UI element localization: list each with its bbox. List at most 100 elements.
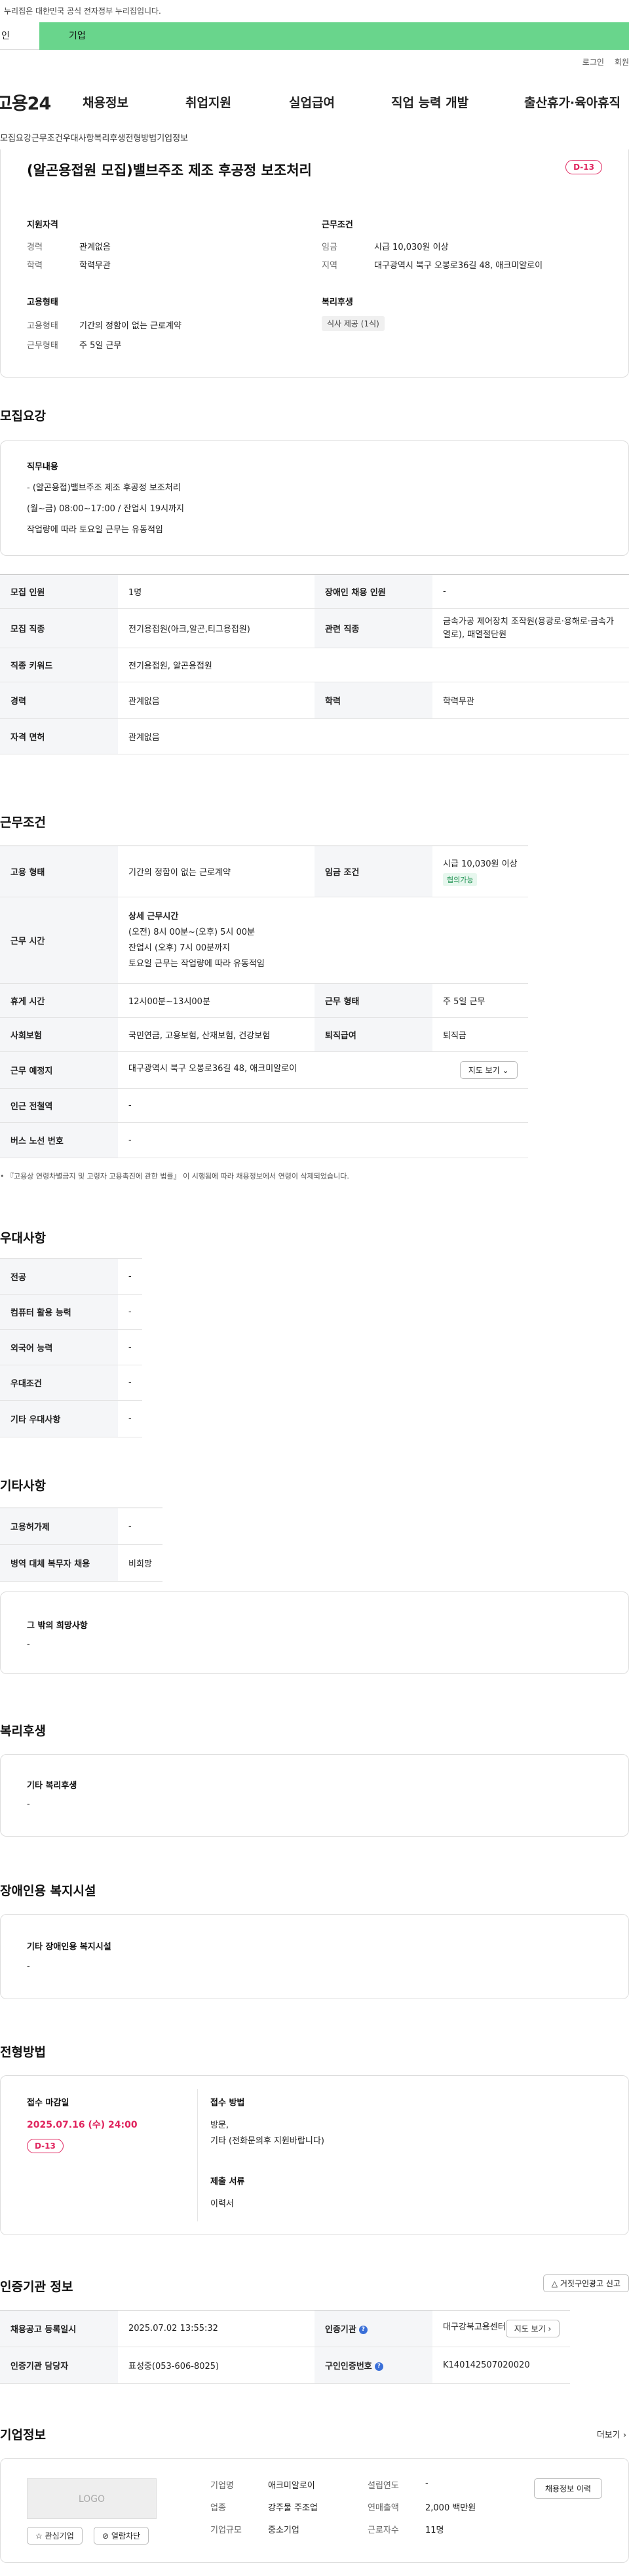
login-link[interactable]: 로그인 bbox=[582, 56, 604, 68]
td-cell: 관계없음 bbox=[118, 682, 314, 719]
map-button-label: 지도 보기 bbox=[514, 2324, 546, 2333]
table-row: 채용공고 등록일시 2025.07.02 13:55:32 인증기관? 대구강북… bbox=[0, 2310, 571, 2347]
star-icon: ☆ bbox=[35, 2531, 43, 2541]
qual-value: 학력무관 bbox=[79, 261, 111, 271]
qual-list: 경력 관계없음 학력 학력무관 bbox=[27, 240, 111, 277]
table-row: 직종 키워드 전기용접원, 알곤용접원 bbox=[0, 648, 629, 682]
workplace-address: 대구광역시 북구 오봉로36길 48, 애크미알로이 bbox=[128, 1064, 297, 1074]
cond-value: 대구광역시 북구 오봉로36길 48, 애크미알로이 bbox=[374, 261, 543, 271]
work-heading: 근무조건 bbox=[0, 815, 46, 830]
company-field-row: 기업명 애크미알로이 설립연도 - bbox=[210, 2478, 499, 2501]
hope-card: 그 밖의 희망사항 - bbox=[0, 1591, 629, 1674]
td-cell: - bbox=[432, 574, 629, 609]
gnb-employment-support[interactable]: 취업지원 bbox=[185, 93, 231, 111]
field-value: - bbox=[425, 2478, 429, 2488]
chevron-right-icon: › bbox=[622, 2430, 626, 2440]
field-value: 중소기업 bbox=[268, 2526, 299, 2535]
emp-title: 고용형태 bbox=[27, 298, 58, 307]
td-cell: - bbox=[118, 1294, 142, 1330]
table-row: 자격 면허 관계없음 bbox=[0, 718, 629, 754]
gnb-unemployment-benefit[interactable]: 실업급여 bbox=[289, 93, 335, 111]
th-cell: 채용공고 등록일시 bbox=[0, 2310, 118, 2347]
th-cell: 모집 인원 bbox=[0, 574, 118, 609]
gnb-parental-leave[interactable]: 출산휴가·육아휴직 bbox=[524, 93, 620, 111]
gnb-skills-development[interactable]: 직업 능력 개발 bbox=[391, 93, 468, 111]
th-cell: 기타 우대사항 bbox=[0, 1400, 118, 1437]
th-cell: 전공 bbox=[0, 1259, 118, 1295]
site-logo[interactable]: 고용24 bbox=[0, 89, 77, 115]
td-cell: 2025.07.02 13:55:32 bbox=[118, 2310, 314, 2347]
td-cell: 주 5일 근무 bbox=[432, 983, 528, 1018]
th-cell: 퇴직급여 bbox=[314, 1017, 432, 1052]
block-view-button[interactable]: ⊘ 열람차단 bbox=[94, 2527, 149, 2545]
td-cell: 시급 10,030원 이상 협의가능 bbox=[432, 846, 528, 897]
favorite-company-button[interactable]: ☆ 관심기업 bbox=[27, 2527, 83, 2545]
work-table: 고용 형태 기간의 정함이 없는 근로계약 임금 조건 시급 10,030원 이… bbox=[0, 846, 528, 1158]
table-row: 병역 대체 복무자 채용 비희망 bbox=[0, 1544, 162, 1582]
tab-company[interactable]: 기업 bbox=[39, 22, 629, 50]
global-nav: 고용24 채용정보 취업지원 실업급여 직업 능력 개발 출산휴가·육아휴직 bbox=[0, 85, 629, 118]
emp-list: 고용형태 기간의 정함이 없는 근로계약 근무형태 주 5일 근무 bbox=[27, 319, 181, 358]
td-cell: - bbox=[118, 1122, 528, 1158]
pref-heading: 우대사항 bbox=[0, 1231, 46, 1245]
table-row: 우대조건 - bbox=[0, 1365, 142, 1401]
hours-line: 토요일 근무는 작업량에 따라 유동적임 bbox=[128, 958, 265, 969]
field-value: 강주물 주조업 bbox=[268, 2503, 318, 2513]
subnav-benefit[interactable]: 복리후생 bbox=[94, 131, 126, 150]
subnav-work[interactable]: 근무조건 bbox=[31, 131, 63, 150]
block-label: 열람차단 bbox=[111, 2531, 141, 2541]
hope-value: - bbox=[27, 1639, 30, 1649]
td-cell: 표성중(053-606-8025) bbox=[118, 2347, 314, 2384]
company-fields: 기업명 애크미알로이 설립연도 - 업종 강주물 주조업 연매출액 2,000 … bbox=[210, 2478, 499, 2545]
map-button[interactable]: 지도 보기 ⌄ bbox=[459, 1061, 518, 1079]
subnav-process[interactable]: 전형방법 bbox=[125, 131, 157, 150]
recruit-table: 모집 인원 1명 장애인 채용 인원 - 모집 직종 전기용접원(아크,알곤,티… bbox=[0, 574, 629, 754]
th-cell: 경력 bbox=[0, 682, 118, 719]
th-cell: 학력 bbox=[314, 682, 432, 719]
th-cell: 인근 전철역 bbox=[0, 1088, 118, 1123]
hours-line: (오전) 8시 00분~(오후) 5시 00분 bbox=[128, 927, 256, 937]
subnav-pref[interactable]: 우대사항 bbox=[63, 131, 94, 150]
cond-title: 근무조건 bbox=[322, 220, 353, 230]
subnav-recruit[interactable]: 모집요강 bbox=[0, 131, 31, 150]
th-cell: 근무 예정지 bbox=[0, 1051, 118, 1089]
td-cell: 비희망 bbox=[118, 1544, 162, 1582]
map-button[interactable]: 지도 보기 › bbox=[505, 2320, 560, 2337]
benefit-card: 기타 복리후생 - bbox=[0, 1754, 629, 1837]
table-row: 컴퓨터 활용 능력 - bbox=[0, 1294, 142, 1330]
dday-badge: D-13 bbox=[27, 2139, 64, 2153]
company-card: LOGO ☆ 관심기업 ⊘ 열람차단 기업명 애크미알로이 설립연도 - 업종 … bbox=[0, 2458, 629, 2563]
etc-table: 고용허가제 - 병역 대체 복무자 채용 비희망 bbox=[0, 1508, 162, 1582]
company-more-link[interactable]: 더보기 › bbox=[597, 2428, 626, 2440]
field-value: 2,000 백만원 bbox=[425, 2503, 476, 2513]
td-cell: 전기용접원, 알곤용접원 bbox=[118, 648, 629, 682]
hope-title: 그 밖의 희망사항 bbox=[27, 1621, 88, 1631]
th-label: 인증기관 bbox=[325, 2325, 356, 2335]
job-history-button[interactable]: 채용정보 이력 bbox=[533, 2478, 602, 2499]
th-cell: 임금 조건 bbox=[314, 846, 432, 897]
th-cell: 직종 키워드 bbox=[0, 648, 118, 682]
pref-table: 전공 - 컴퓨터 활용 능력 - 외국어 능력 - 우대조건 - 기타 우대사항 - bbox=[0, 1259, 142, 1437]
qual-title: 지원자격 bbox=[27, 220, 58, 230]
th-cell: 인증기관 담당자 bbox=[0, 2347, 118, 2384]
chevron-right-icon: › bbox=[548, 2324, 552, 2333]
duty-line: 작업량에 따라 토요일 근무는 유동적임 bbox=[27, 525, 163, 535]
th-cell: 외국어 능력 bbox=[0, 1329, 118, 1365]
subnav-company[interactable]: 기업정보 bbox=[157, 131, 188, 150]
section-nav: 모집요강 근무조건 우대사항 복리후생 전형방법 기업정보 bbox=[0, 131, 629, 151]
more-label: 더보기 bbox=[596, 2430, 620, 2440]
th-cell: 자격 면허 bbox=[0, 718, 118, 754]
info-icon[interactable]: ? bbox=[358, 2326, 368, 2334]
emp-label: 고용형태 bbox=[27, 321, 58, 331]
method-line: 방문, bbox=[210, 2120, 229, 2130]
join-link[interactable]: 회원 bbox=[615, 56, 629, 68]
field-label: 근로자수 bbox=[368, 2526, 399, 2535]
report-button[interactable]: △ 거짓구인광고 신고 bbox=[543, 2274, 629, 2292]
th-cell: 장애인 채용 인원 bbox=[314, 574, 432, 609]
th-cell: 모집 직종 bbox=[0, 608, 118, 648]
gnb-jobs[interactable]: 채용정보 bbox=[83, 93, 128, 111]
info-icon[interactable]: ? bbox=[374, 2362, 383, 2371]
tab-personal[interactable]: 인 bbox=[0, 22, 39, 50]
th-cell: 인증기관? bbox=[314, 2310, 432, 2347]
th-cell: 구인인증번호? bbox=[314, 2347, 432, 2384]
